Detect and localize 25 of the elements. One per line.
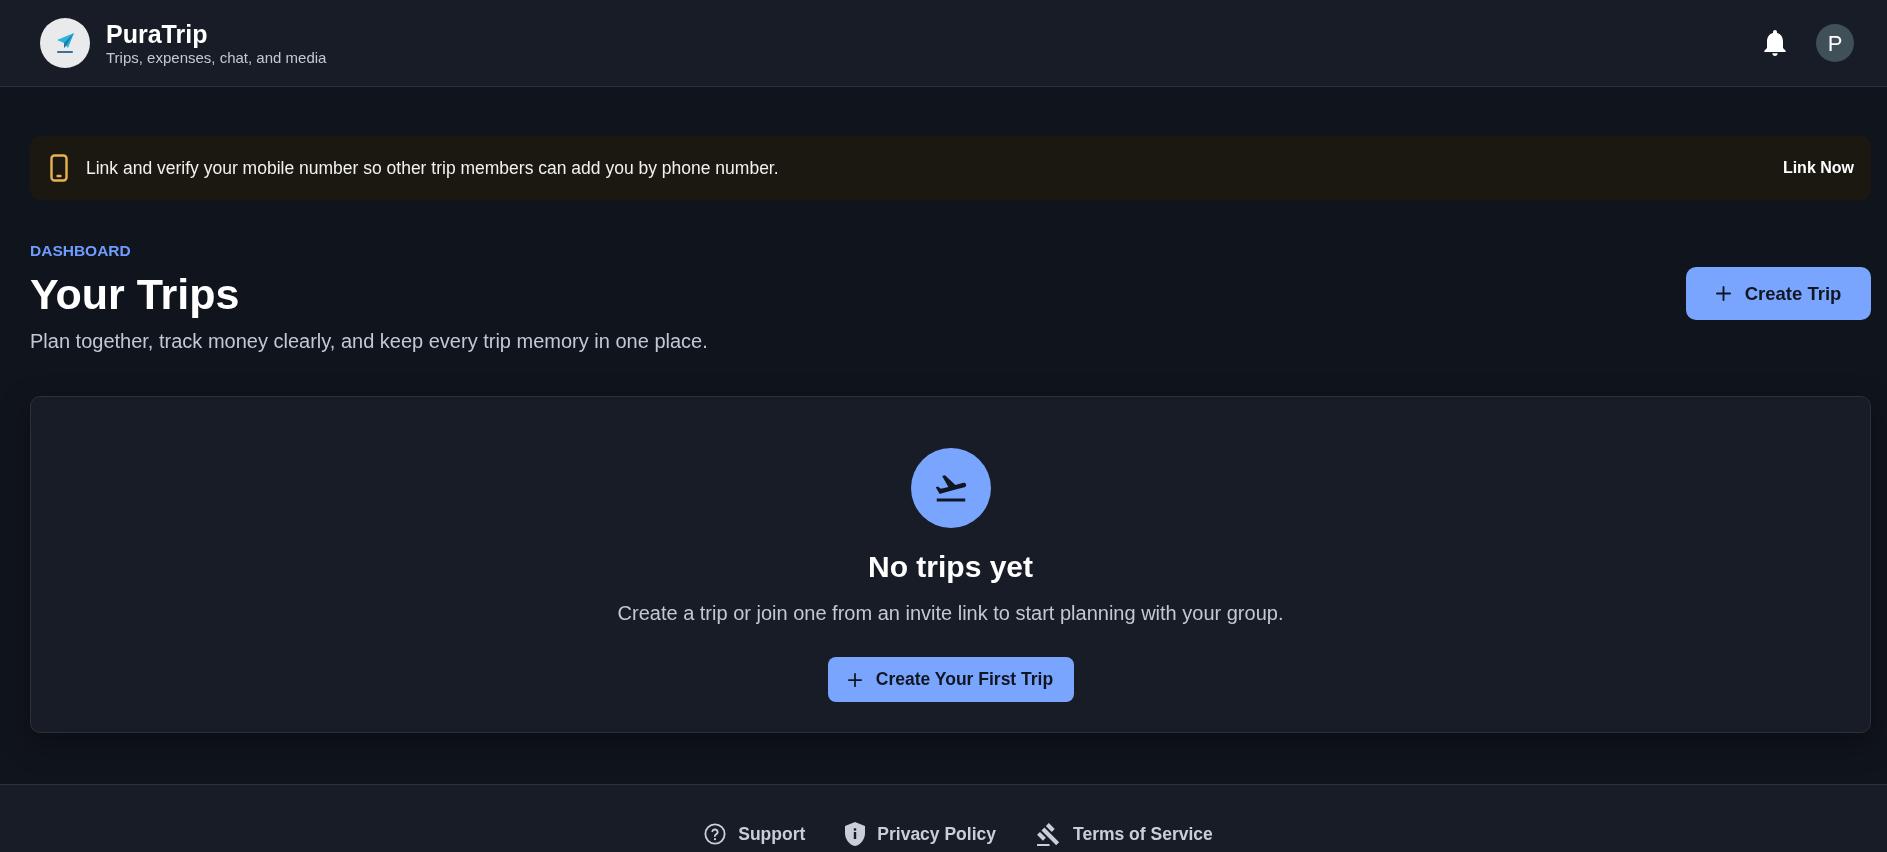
smartphone-icon [50, 154, 68, 182]
empty-state-description: Create a trip or join one from an invite link to start planning with your group. [617, 601, 1284, 626]
app-title: PuraTrip [106, 19, 208, 49]
notifications-button[interactable] [1763, 30, 1787, 56]
section-eyebrow: DASHBOARD [30, 242, 131, 259]
bell-icon [1763, 30, 1787, 56]
link-now-button[interactable]: Link Now [1782, 156, 1854, 180]
page-subtitle: Plan together, track money clearly, and keep every trip memory in one place. [30, 329, 708, 354]
footer-link[interactable]: Privacy Policy [845, 821, 996, 847]
user-avatar[interactable]: P [1816, 24, 1854, 62]
banner-message: Link and verify your mobile number so other trip members can add you by phone number. [86, 156, 779, 180]
help-icon [704, 823, 727, 845]
app-tagline: Trips, expenses, chat, and media [106, 48, 327, 67]
plane-takeoff-icon [910, 448, 991, 528]
footer-link[interactable]: Support [704, 821, 806, 847]
create-first-trip-button[interactable]: Create Your First Trip [827, 657, 1074, 702]
paper-plane-logo-icon[interactable] [40, 18, 90, 68]
plus-icon [1715, 286, 1731, 301]
create-trip-button[interactable]: Create Trip [1686, 267, 1871, 320]
page-title: Your Trips [30, 269, 240, 319]
gavel-icon [1036, 821, 1061, 847]
shield-info-icon [845, 822, 866, 846]
empty-state-title: No trips yet [868, 549, 1033, 585]
plus-icon [847, 672, 862, 687]
footer-link[interactable]: Terms of Service [1036, 821, 1213, 847]
